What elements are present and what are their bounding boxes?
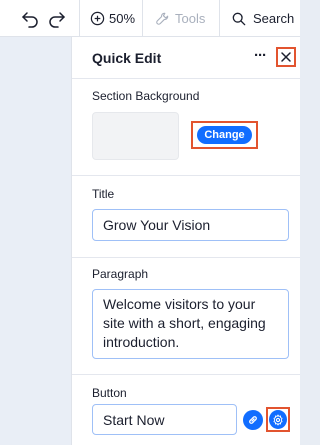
panel-header: Quick Edit ··· — [72, 37, 300, 79]
background-thumbnail[interactable] — [92, 112, 179, 160]
section-divider — [72, 374, 300, 375]
paragraph-label: Paragraph — [92, 267, 149, 281]
toolbar-divider — [79, 0, 80, 37]
title-label: Title — [92, 187, 115, 201]
panel-title: Quick Edit — [92, 50, 162, 66]
close-icon — [281, 52, 291, 62]
zoom-plus-icon — [90, 11, 105, 26]
button-label: Button — [92, 386, 127, 400]
tools-label: Tools — [175, 11, 206, 26]
search-button[interactable]: Search — [232, 0, 294, 37]
section-background-label: Section Background — [92, 89, 200, 103]
redo-icon[interactable] — [47, 9, 67, 29]
zoom-button[interactable]: 50% — [90, 0, 135, 37]
section-divider — [72, 257, 300, 258]
more-options-icon[interactable]: ··· — [254, 47, 267, 64]
title-input[interactable]: Grow Your Vision — [92, 209, 289, 241]
settings-button[interactable] — [269, 410, 287, 429]
link-icon — [249, 416, 257, 424]
zoom-label: 50% — [109, 11, 136, 26]
paragraph-textarea[interactable]: Welcome visitors to your site with a sho… — [92, 289, 289, 359]
editor-canvas[interactable] — [0, 37, 72, 445]
button-text-input-value: Start Now — [103, 411, 165, 428]
settings-button-highlight — [266, 407, 290, 432]
title-input-value: Grow Your Vision — [103, 217, 211, 233]
quick-edit-panel: Quick Edit ··· Section Background Change… — [72, 37, 300, 445]
search-icon — [232, 12, 246, 25]
change-button[interactable]: Change — [197, 126, 252, 144]
button-text-input[interactable]: Start Now — [92, 404, 237, 435]
search-label: Search — [253, 11, 295, 26]
tools-button[interactable]: Tools — [155, 0, 205, 37]
section-divider — [72, 175, 300, 176]
gear-icon — [273, 414, 283, 425]
wrench-icon — [156, 12, 169, 25]
close-button[interactable] — [276, 47, 296, 67]
toolbar-divider — [142, 0, 143, 37]
toolbar-divider — [219, 0, 220, 37]
change-button-highlight: Change — [191, 121, 258, 149]
editor-window: 50% Tools Search Quick Edit ··· Section … — [0, 0, 300, 445]
link-button[interactable] — [243, 410, 263, 430]
undo-icon[interactable] — [20, 9, 40, 29]
top-toolbar: 50% Tools Search — [0, 0, 300, 37]
paragraph-textarea-value: Welcome visitors to your site with a sho… — [103, 296, 266, 350]
